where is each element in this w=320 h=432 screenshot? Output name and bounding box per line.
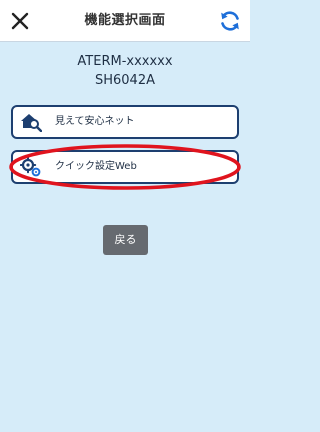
refresh-icon[interactable] — [218, 9, 242, 33]
close-icon[interactable] — [10, 11, 30, 31]
back-button[interactable]: 戻る — [103, 225, 148, 255]
quick-settings-web-label: クイック設定Web — [55, 161, 137, 172]
house-search-icon — [21, 114, 42, 132]
app-header: 機能選択画面 — [0, 0, 250, 42]
device-model: SH6042A — [94, 73, 155, 88]
page-title: 機能選択画面 — [84, 13, 166, 28]
quick-settings-web-button[interactable]: クイック設定Web — [11, 150, 239, 184]
device-name: ATERM-xxxxxx — [77, 54, 173, 69]
gears-icon — [20, 157, 41, 177]
mieteanshin-net-label: 見えて安心ネット — [55, 116, 135, 127]
mieteanshin-net-button[interactable]: 見えて安心ネット — [11, 105, 239, 139]
